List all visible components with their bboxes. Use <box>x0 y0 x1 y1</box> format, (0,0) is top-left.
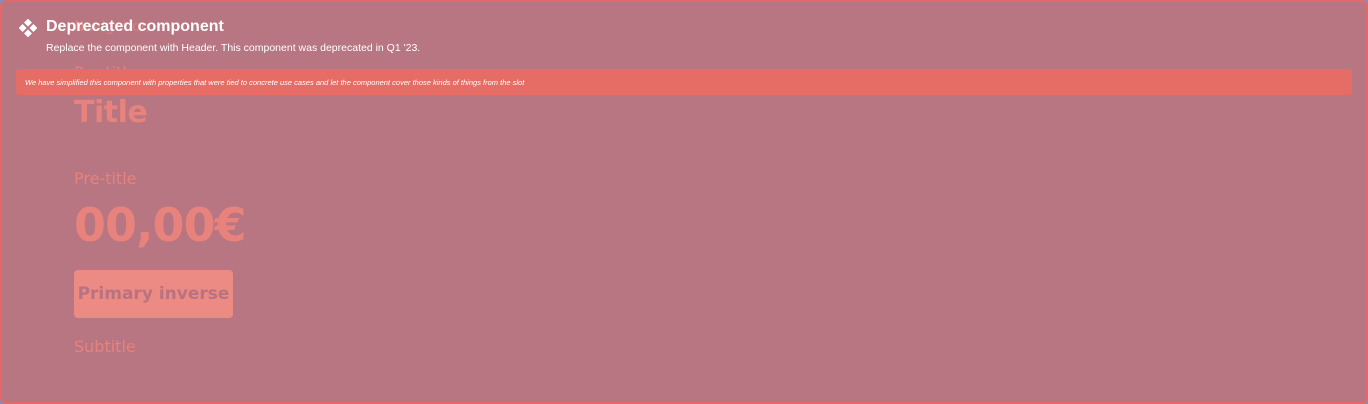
deprecated-component-frame: Navigation Pre-title Title Pre-title 00,… <box>0 0 1368 404</box>
amount-value: 00,00€ <box>74 198 247 252</box>
component-icon <box>19 19 37 37</box>
amount-pretitle: Pre-title <box>74 169 137 188</box>
subtitle: Subtitle <box>74 337 136 356</box>
primary-inverse-button[interactable]: Primary inverse <box>74 270 233 318</box>
deprecation-description: Replace the component with Header. This … <box>46 42 421 54</box>
deprecation-note: We have simplified this component with p… <box>16 69 1352 95</box>
page-title: Title <box>74 95 148 130</box>
deprecation-title: Deprecated component <box>46 18 224 35</box>
deprecation-note-text: We have simplified this component with p… <box>25 77 525 87</box>
